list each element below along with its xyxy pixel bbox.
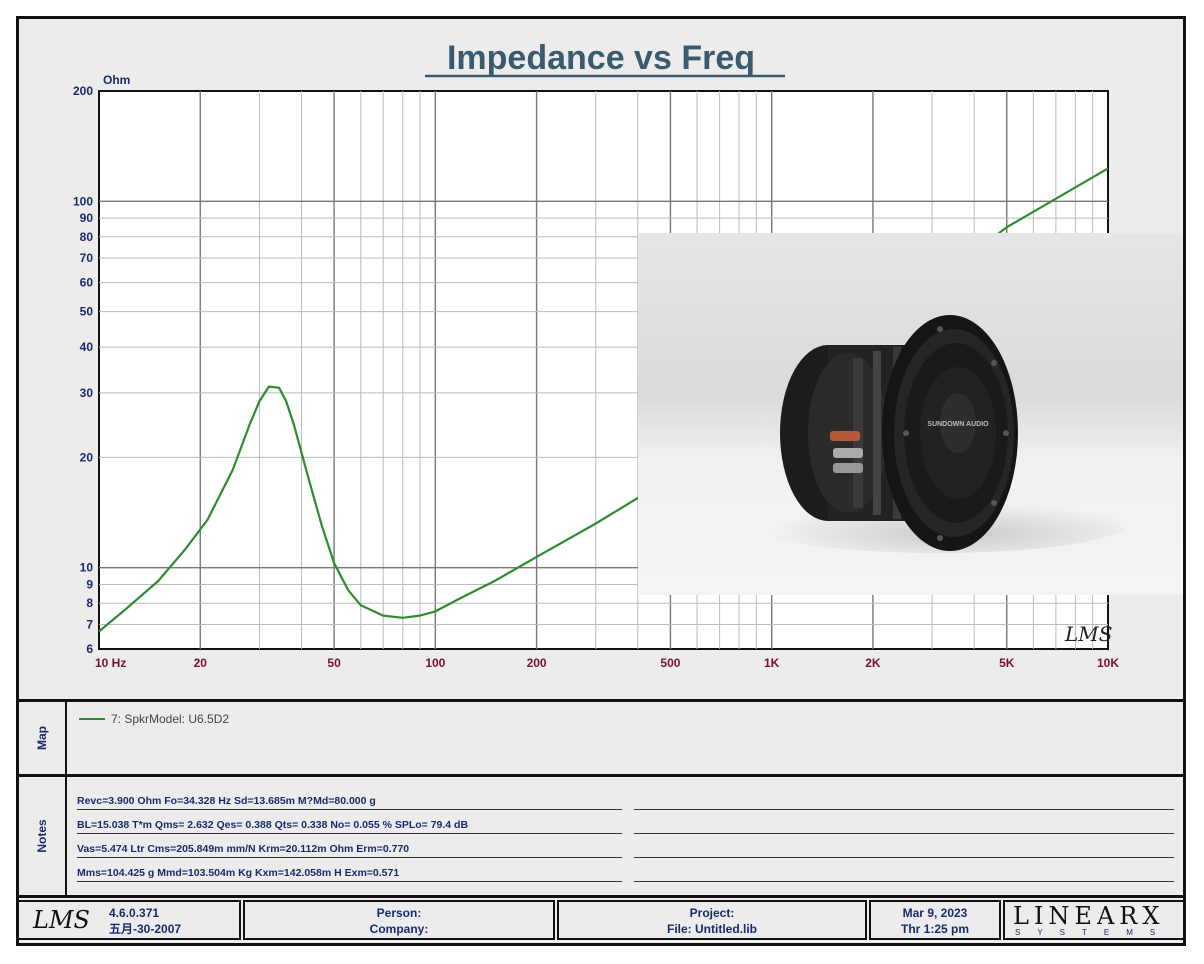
time-text: Thr 1:25 pm: [900, 922, 969, 936]
note-blank-line: [634, 817, 1174, 834]
notes-label: Notes: [35, 819, 49, 853]
project-label: Project:: [689, 906, 735, 920]
legend-entry: 7: SpkrModel: U6.5D2: [79, 712, 229, 726]
linearx-sub: SYSTEMS: [1015, 928, 1173, 937]
y-tick-label: 8: [86, 596, 93, 610]
note-line-3: Vas=5.474 Ltr Cms=205.849m mm/N Krm=20.1…: [77, 841, 622, 858]
x-tick-label: 2K: [865, 656, 881, 670]
y-tick-label: 20: [80, 450, 94, 464]
version-text: 4.6.0.371: [109, 906, 160, 920]
y-tick-label: 7: [86, 617, 93, 631]
company-label: Company:: [369, 922, 429, 936]
note-blank-line: [634, 793, 1174, 810]
map-side-label: Map: [19, 702, 67, 774]
map-panel: Map 7: SpkrModel: U6.5D2: [19, 702, 1183, 774]
note-line-4: Mms=104.425 g Mmd=103.504m Kg Kxm=142.05…: [77, 865, 622, 882]
x-tick-label: 50: [327, 656, 341, 670]
footer-project-cell: Project: File: Untitled.lib: [557, 900, 867, 940]
note-line-1: Revc=3.900 Ohm Fo=34.328 Hz Sd=13.685m M…: [77, 793, 622, 810]
product-badge: SUNDOWN AUDIO: [927, 421, 989, 428]
chart-title: Impedance vs Freq: [447, 39, 755, 77]
product-photo: SUNDOWN AUDIO: [638, 233, 1183, 595]
y-tick-label: 80: [80, 230, 94, 244]
y-tick-label: 90: [80, 211, 94, 225]
y-tick-label: 100: [73, 194, 93, 208]
linearx-logo: LINEARX: [1013, 902, 1165, 930]
footer-panel: LMS 4.6.0.371 五月-30-2007 Person: Company…: [19, 898, 1183, 943]
map-label: Map: [35, 726, 49, 750]
y-unit-label: Ohm: [103, 73, 130, 87]
lms-logo: LMS: [33, 906, 90, 934]
y-tick-label: 40: [80, 340, 94, 354]
footer-version-cell: LMS 4.6.0.371 五月-30-2007: [19, 900, 241, 940]
y-tick-label: 9: [86, 577, 93, 591]
y-tick-label: 200: [73, 84, 93, 98]
x-tick-label: 5K: [999, 656, 1015, 670]
note-blank-line: [634, 865, 1174, 882]
x-tick-label: 1K: [764, 656, 780, 670]
x-tick-label: 100: [425, 656, 445, 670]
x-tick-label: 20: [194, 656, 208, 670]
legend-text: 7: SpkrModel: U6.5D2: [111, 712, 230, 726]
footer-date-cell: Mar 9, 2023 Thr 1:25 pm: [869, 900, 1001, 940]
footer-person-cell: Person: Company:: [243, 900, 555, 940]
y-tick-label: 50: [80, 305, 94, 319]
y-tick-label: 70: [80, 251, 94, 265]
y-tick-label: 60: [80, 276, 94, 290]
x-tick-label: 10 Hz: [95, 656, 126, 670]
file-label: File: Untitled.lib: [667, 922, 757, 936]
y-tick-label: 6: [86, 642, 93, 656]
footer-brand-cell: LINEARX SYSTEMS: [1003, 900, 1183, 940]
notes-side-label: Notes: [19, 777, 67, 895]
note-blank-line: [634, 841, 1174, 858]
build-date-text: 五月-30-2007: [109, 922, 182, 936]
x-tick-label: 500: [660, 656, 680, 670]
y-tick-label: 10: [80, 561, 94, 575]
x-tick-label: 10K: [1097, 656, 1119, 670]
y-tick-label: 30: [80, 386, 94, 400]
x-tick-label: 200: [527, 656, 547, 670]
date-text: Mar 9, 2023: [902, 906, 968, 920]
person-label: Person:: [376, 906, 422, 920]
lms-watermark: LMS: [1064, 622, 1112, 646]
note-line-2: BL=15.038 T*m Qms= 2.632 Qes= 0.388 Qts=…: [77, 817, 622, 834]
legend-swatch: [79, 718, 105, 720]
notes-panel: Notes Revc=3.900 Ohm Fo=34.328 Hz Sd=13.…: [19, 777, 1183, 895]
